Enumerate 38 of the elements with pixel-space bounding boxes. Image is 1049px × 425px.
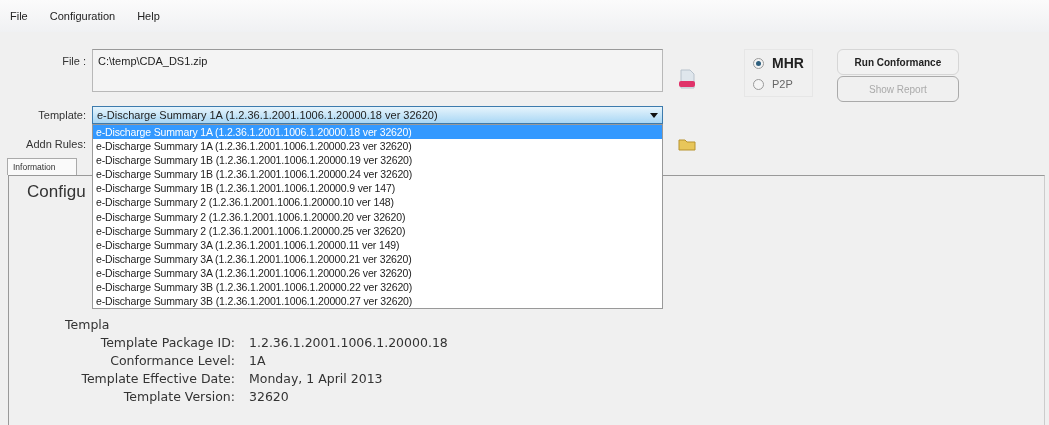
menu-item[interactable]: Configuration [49, 7, 116, 25]
radio-label: P2P [772, 76, 793, 92]
dropdown-option[interactable]: e-Discharge Summary 3A (1.2.36.1.2001.1006.1.20000.21 ver 32620) [93, 251, 662, 266]
field-label: Template Package ID: [99, 333, 236, 352]
pdf-file-icon [678, 69, 696, 91]
field-label: Template Effective Date: [80, 369, 236, 388]
field-value: 1A [249, 351, 266, 370]
dropdown-option[interactable]: e-Discharge Summary 1B (1.2.36.1.2001.1006.1.20000.19 ver 32620) [93, 153, 662, 168]
dropdown-option[interactable]: e-Discharge Summary 3A (1.2.36.1.2001.1006.1.20000.11 ver 149) [93, 237, 662, 252]
dropdown-option[interactable]: e-Discharge Summary 2 (1.2.36.1.2001.1006.1.20000.20 ver 32620) [93, 209, 662, 224]
field-value: Monday, 1 April 2013 [249, 369, 383, 388]
dropdown-option[interactable]: e-Discharge Summary 3B (1.2.36.1.2001.1006.1.20000.22 ver 32620) [93, 280, 662, 295]
template-label: Template: [37, 107, 87, 123]
dropdown-option[interactable]: e-Discharge Summary 2 (1.2.36.1.2001.1006.1.20000.10 ver 148) [93, 195, 662, 210]
menu-item[interactable]: File [10, 7, 28, 25]
dropdown-option[interactable]: e-Discharge Summary 1A (1.2.36.1.2001.1006.1.20000.23 ver 32620) [93, 139, 662, 154]
action-button[interactable]: Run Conformance [836, 49, 959, 75]
caret-icon [650, 112, 658, 118]
field-label: Template Version: [122, 387, 236, 406]
menu-item[interactable]: Help [137, 7, 160, 25]
field-value: 32620 [249, 387, 289, 406]
dropdown-option[interactable]: e-Discharge Summary 2 (1.2.36.1.2001.1006.1.20000.25 ver 32620) [93, 223, 662, 238]
dropdown-option[interactable]: e-Discharge Summary 3A (1.2.36.1.2001.1006.1.20000.26 ver 32620) [93, 265, 662, 281]
radio-button[interactable] [753, 57, 764, 69]
dropdown-option[interactable]: e-Discharge Summary 1B (1.2.36.1.2001.1006.1.20000.9 ver 147) [93, 181, 662, 196]
radio-button[interactable] [753, 78, 764, 90]
dropdown-option[interactable]: e-Discharge Summary 3B (1.2.36.1.2001.1006.1.20000.27 ver 32620) [93, 294, 662, 309]
field-value: 1.2.36.1.2001.1006.1.20000.18 [249, 333, 448, 352]
field-label: Conformance Level: [109, 351, 236, 370]
tab[interactable]: Information [7, 157, 77, 175]
file-label: File : [61, 54, 87, 69]
combo-value: e-Discharge Summary 1A (1.2.36.1.2001.1006.1.20000.18 ver 32620) [97, 107, 438, 123]
addn-rules-label: Addn Rules: [25, 137, 87, 152]
field-label: Templa [65, 315, 111, 334]
file-path-field[interactable]: C:\temp\CDA_DS1.zip [92, 49, 663, 92]
radio-label: MHR [772, 53, 804, 73]
panel-title: Configu [27, 180, 86, 203]
dropdown-option[interactable]: e-Discharge Summary 1B (1.2.36.1.2001.1006.1.20000.24 ver 32620) [93, 167, 662, 182]
